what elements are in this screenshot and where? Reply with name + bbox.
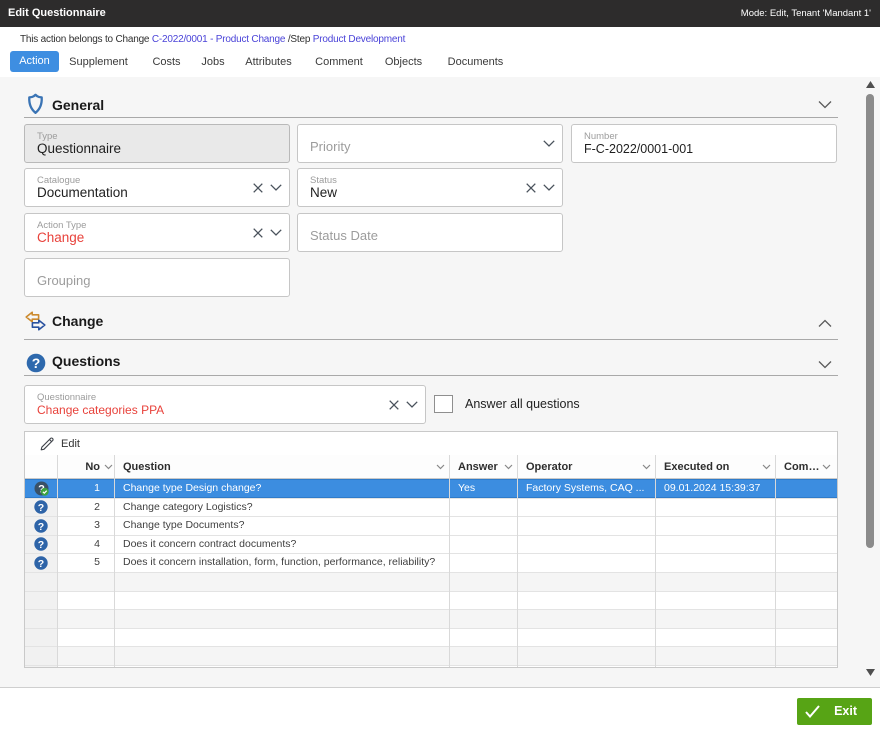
svg-text:?: ? — [32, 355, 41, 371]
svg-text:?: ? — [38, 539, 44, 551]
svg-text:?: ? — [38, 558, 44, 570]
svg-text:?: ? — [38, 502, 44, 514]
svg-text:?: ? — [38, 521, 44, 533]
